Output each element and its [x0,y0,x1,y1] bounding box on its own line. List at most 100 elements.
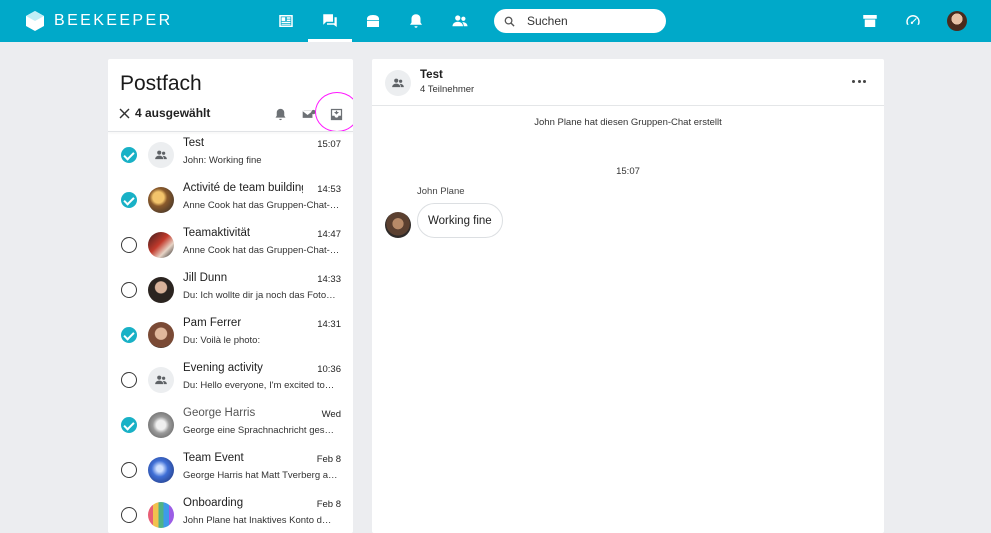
conversation-time: Feb 8 [316,454,341,465]
conversation-time: 14:47 [317,229,341,240]
beekeeper-logo-icon [26,11,44,31]
conversation-preview: George Harris hat Matt Tverberg a… [183,470,338,481]
nav-store[interactable] [351,0,395,42]
conversation-time: Feb 8 [316,499,341,510]
search-input[interactable] [527,14,657,28]
conversation-item[interactable]: Teamaktivität 14:47 Anne Cook hat das Grup… [108,227,353,272]
conversation-name: Teamaktivität [183,227,251,239]
conversation-item[interactable]: Jill Dunn 14:33 Du: Ich wollte dir ja noch… [108,272,353,317]
chat-panel: Test 4 Teilnehmer John Plane hat diesen … [372,59,884,533]
conversation-preview: Du: Ich wollte dir ja noch das Foto… [183,290,336,301]
conversation-item[interactable]: George Harris Wed George eine Sprachnachri… [108,407,353,452]
conversation-item[interactable]: Activité de team building 14:53 Anne Cook … [108,182,353,227]
unchecked-checkbox[interactable] [121,462,137,478]
mark-read-button[interactable] [300,106,316,122]
search-box[interactable] [494,9,666,33]
conversation-name: Evening activity [183,362,263,374]
participant-count[interactable]: 4 Teilnehmer [420,84,474,95]
inbox-panel: Postfach 4 ausgewählt Test 15:07 John: Wor… [108,59,353,533]
group-icon [155,150,167,160]
conversation-time: 14:33 [317,274,341,285]
message-sender: John Plane [417,186,465,197]
avatar [148,187,174,213]
brand-name: BEEKEEPER [54,12,173,29]
nav-chat[interactable] [308,0,352,42]
message-timestamp: 15:07 [616,166,640,177]
conversation-preview: John Plane hat Inaktives Konto d… [183,515,332,526]
sender-avatar[interactable] [385,212,411,238]
conversation-preview: Du: Voilà le photo: [183,335,261,346]
group-icon [155,375,167,385]
conversation-name: Pam Ferrer [183,317,242,329]
conversation-time: 14:31 [317,319,341,330]
system-message: John Plane hat diesen Gruppen-Chat erste… [534,117,722,128]
avatar [148,412,174,438]
mute-button[interactable] [272,106,288,122]
news-feed-icon [279,15,293,27]
message-bubble[interactable]: Working fine [417,203,503,238]
unchecked-checkbox[interactable] [121,282,137,298]
conversation-name: Activité de team building [183,182,303,194]
chat-header: Test 4 Teilnehmer [372,59,884,106]
unchecked-checkbox[interactable] [121,237,137,253]
nav-tools[interactable] [860,11,880,31]
checked-checkbox[interactable] [121,417,137,433]
people-icon [452,15,468,27]
conversation-time: 10:36 [317,364,341,375]
nav-dashboard[interactable] [903,11,923,31]
group-icon [392,78,404,88]
checked-checkbox[interactable] [121,327,137,343]
conversation-item[interactable]: Pam Ferrer 14:31 Du: Voilà le photo: [108,317,353,362]
bell-icon [275,108,285,120]
avatar [148,277,174,303]
bell-icon [410,14,422,28]
checked-checkbox[interactable] [121,147,137,163]
user-avatar[interactable] [947,11,967,31]
conversation-preview: John: Working fine [183,155,262,166]
conversation-preview: Du: Hello everyone, I'm excited to… [183,380,335,391]
inbox-title: Postfach [120,72,202,95]
store-icon [367,15,379,27]
nav-notifications[interactable] [394,0,438,42]
conversation-item[interactable]: Onboarding Feb 8 John Plane hat Inaktives … [108,497,353,533]
chat-avatar[interactable] [385,70,411,96]
avatar [148,232,174,258]
mail-icon [301,109,316,119]
conversation-preview: Anne Cook hat das Gruppen-Chat-… [183,200,340,211]
conversation-item[interactable]: Evening activity 10:36 Du: Hello everyone,… [108,362,353,407]
conversation-name: Onboarding [183,497,244,509]
conversation-item[interactable]: Team Event Feb 8 George Harris hat Matt Tv… [108,452,353,497]
avatar [148,322,174,348]
group-avatar [148,142,174,168]
unchecked-checkbox[interactable] [121,507,137,523]
close-icon[interactable] [119,108,130,119]
conversation-preview: George eine Sprachnachricht ges… [183,425,335,436]
chat-title[interactable]: Test [420,69,443,81]
conversation-time: 14:53 [317,184,341,195]
conversation-name: George Harris [183,407,256,419]
group-avatar [148,367,174,393]
conversation-item[interactable]: Test 15:07 John: Working fine [108,137,353,182]
search-icon [504,16,515,27]
dashboard-icon [906,15,920,25]
conversation-name: Team Event [183,452,244,464]
nav-people[interactable] [438,0,482,42]
more-options-icon[interactable] [852,78,866,84]
list-divider [108,131,353,132]
conversation-time: 15:07 [317,139,341,150]
conversation-name: Jill Dunn [183,272,228,284]
chat-icon [323,14,337,27]
checked-checkbox[interactable] [121,192,137,208]
unchecked-checkbox[interactable] [121,372,137,388]
tool-icon [863,15,877,27]
nav-news-feed[interactable] [264,0,308,42]
avatar [148,502,174,528]
highlight-ring [315,92,353,132]
avatar [148,457,174,483]
selected-count: 4 ausgewählt [135,106,211,120]
conversation-name: Test [183,137,205,149]
conversation-preview: Anne Cook hat das Gruppen-Chat-… [183,245,340,256]
top-bar: BEEKEEPER [0,0,991,42]
brand-logo[interactable]: BEEKEEPER [24,9,173,33]
conversation-time: Wed [321,409,341,420]
